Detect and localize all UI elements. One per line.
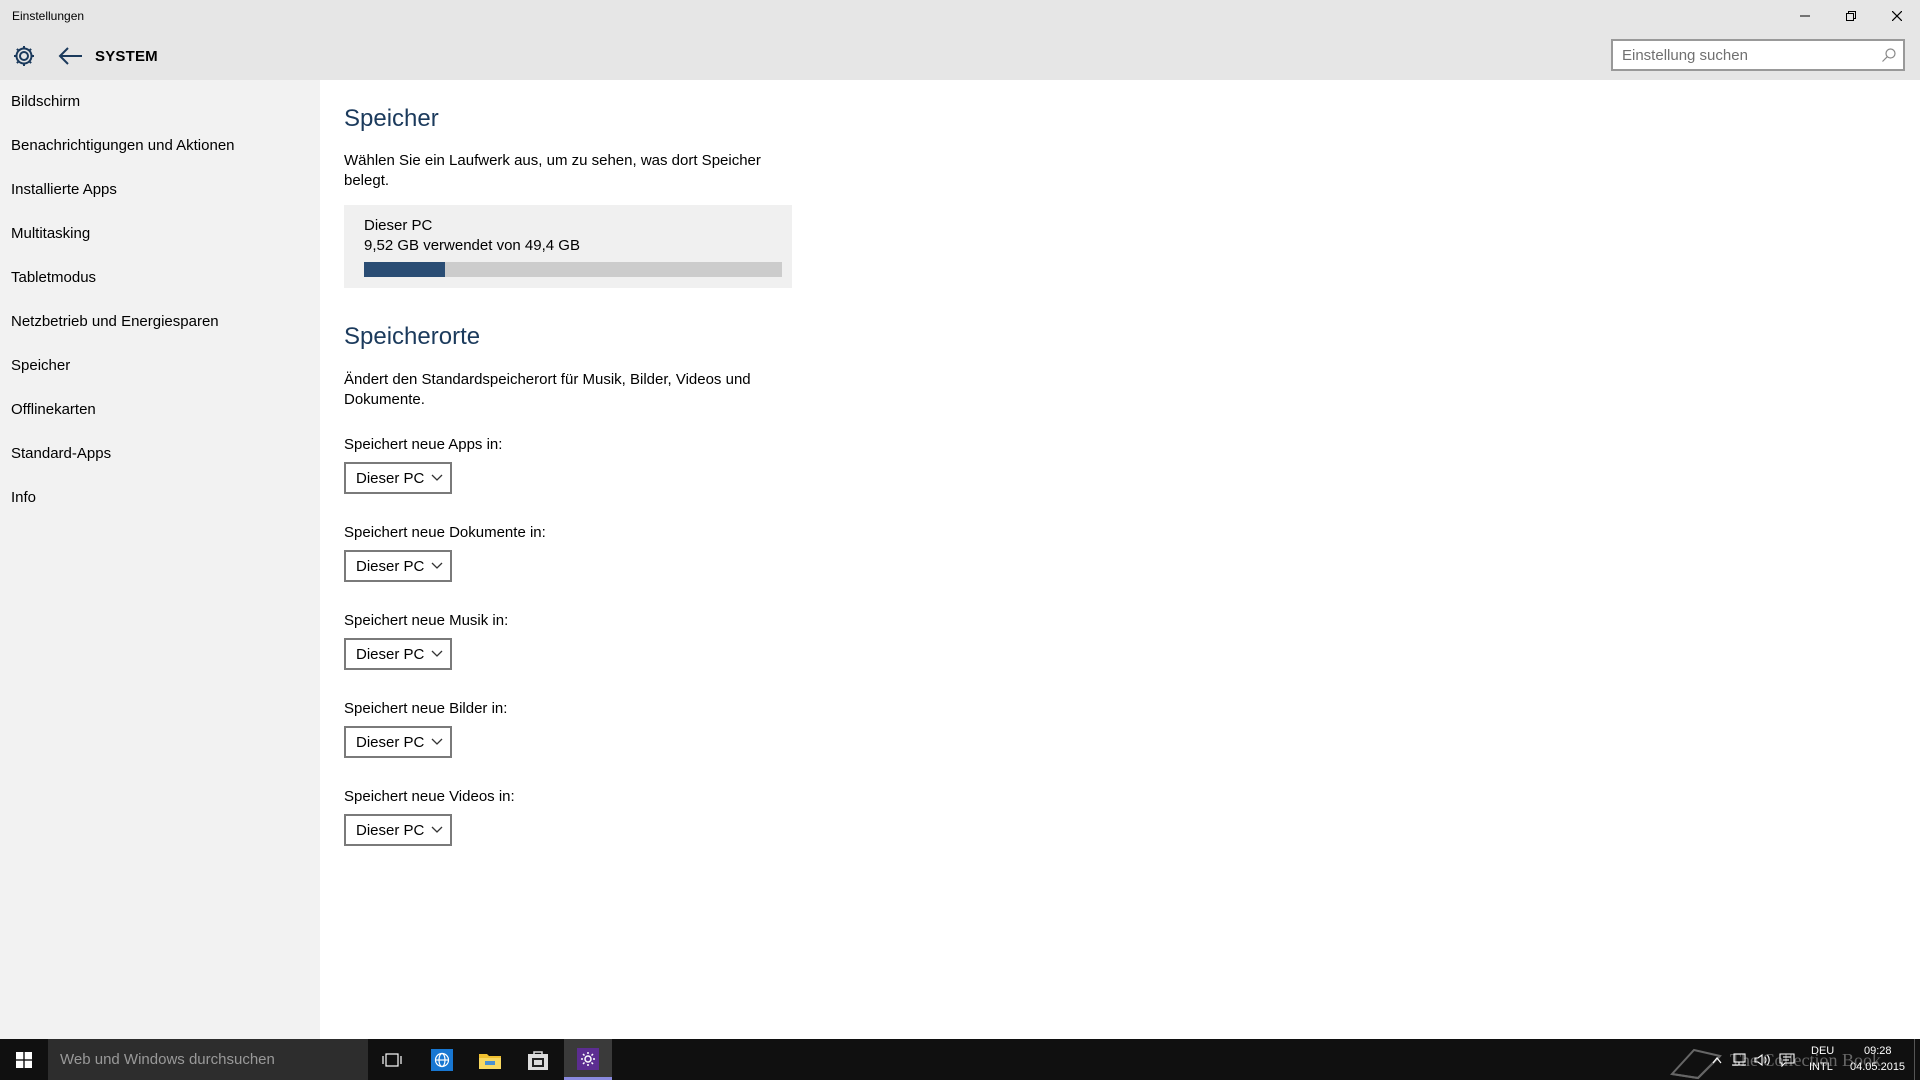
chevron-down-icon	[431, 650, 443, 657]
language-top: DEU	[1811, 1045, 1835, 1057]
settings-header: SYSTEM	[0, 32, 1920, 80]
pictures-location-label: Speichert neue Bilder in:	[344, 700, 508, 717]
close-icon	[1892, 11, 1902, 21]
volume-tray-button[interactable]	[1752, 1039, 1774, 1080]
drive-usage-fill	[364, 262, 445, 277]
volume-icon	[1754, 1053, 1770, 1067]
clock-time: 09:28	[1864, 1045, 1892, 1057]
network-tray-button[interactable]	[1728, 1039, 1750, 1080]
drive-usage-text: 9,52 GB verwendet von 49,4 GB	[364, 237, 580, 254]
documents-location-dropdown[interactable]: Dieser PC	[344, 550, 452, 582]
apps-location-label: Speichert neue Apps in:	[344, 436, 503, 453]
sidebar-item-speicher[interactable]: Speicher	[0, 344, 320, 388]
sidebar-item-benachrichtigungen[interactable]: Benachrichtigungen und Aktionen	[0, 124, 320, 168]
videos-location-label: Speichert neue Videos in:	[344, 788, 515, 805]
task-view-button[interactable]	[368, 1039, 416, 1080]
settings-icon	[577, 1048, 599, 1070]
clock-button[interactable]: 09:28 04.05.2015	[1844, 1039, 1912, 1080]
taskbar-browser[interactable]	[418, 1039, 466, 1080]
show-hidden-icons-button[interactable]	[1708, 1039, 1726, 1080]
chevron-down-icon	[431, 738, 443, 745]
sidebar-item-tabletmodus[interactable]: Tabletmodus	[0, 256, 320, 300]
file-explorer-icon	[479, 1054, 501, 1069]
arrow-left-icon	[58, 47, 82, 65]
restore-button[interactable]	[1828, 0, 1874, 32]
minimize-button[interactable]	[1782, 0, 1828, 32]
language-indicator[interactable]: DEU INTL	[1800, 1039, 1840, 1080]
close-button[interactable]	[1874, 0, 1920, 32]
sidebar-item-standard-apps[interactable]: Standard-Apps	[0, 432, 320, 476]
taskbar-settings-active[interactable]	[564, 1039, 612, 1080]
taskbar-search-box[interactable]: Web und Windows durchsuchen	[48, 1039, 368, 1080]
taskbar: Web und Windows durchsuchen The Collecti…	[0, 1039, 1920, 1080]
main-content: Speicher Wählen Sie ein Laufwerk aus, um…	[320, 80, 1920, 1039]
taskbar-file-explorer[interactable]	[466, 1039, 514, 1080]
back-button[interactable]	[58, 44, 84, 68]
music-location-dropdown[interactable]: Dieser PC	[344, 638, 452, 670]
sidebar-item-offlinekarten[interactable]: Offlinekarten	[0, 388, 320, 432]
drive-usage-bar	[364, 262, 782, 277]
sidebar-item-multitasking[interactable]: Multitasking	[0, 212, 320, 256]
settings-search-box[interactable]	[1611, 39, 1905, 71]
store-icon	[528, 1051, 548, 1070]
pictures-location-dropdown[interactable]: Dieser PC	[344, 726, 452, 758]
windows-logo-icon	[16, 1052, 32, 1068]
minimize-icon	[1800, 15, 1810, 17]
locations-heading: Speicherorte	[344, 323, 481, 350]
clock-date: 04.05.2015	[1850, 1061, 1906, 1073]
page-title: SYSTEM	[95, 48, 158, 65]
storage-heading: Speicher	[344, 105, 439, 132]
storage-description: Wählen Sie ein Laufwerk aus, um zu sehen…	[344, 152, 761, 189]
start-button[interactable]	[0, 1039, 48, 1080]
chevron-down-icon	[431, 826, 443, 833]
sidebar-item-netzbetrieb[interactable]: Netzbetrieb und Energiesparen	[0, 300, 320, 344]
sidebar-nav: Bildschirm Benachrichtigungen und Aktion…	[0, 80, 320, 1039]
chevron-down-icon	[431, 474, 443, 481]
gear-icon	[14, 46, 34, 66]
restore-icon	[1846, 11, 1856, 21]
sidebar-item-bildschirm[interactable]: Bildschirm	[0, 80, 320, 124]
network-icon	[1732, 1053, 1746, 1066]
chevron-up-icon	[1712, 1057, 1722, 1064]
action-center-button[interactable]	[1776, 1039, 1798, 1080]
chevron-down-icon	[431, 562, 443, 569]
search-icon[interactable]	[1881, 47, 1897, 63]
title-bar: Einstellungen	[0, 0, 1920, 32]
browser-icon	[431, 1049, 453, 1071]
apps-location-dropdown[interactable]: Dieser PC	[344, 462, 452, 494]
documents-location-label: Speichert neue Dokumente in:	[344, 524, 546, 541]
music-location-label: Speichert neue Musik in:	[344, 612, 509, 629]
language-bottom: INTL	[1809, 1061, 1833, 1073]
task-view-icon	[382, 1053, 402, 1067]
taskbar-store[interactable]	[514, 1039, 562, 1080]
locations-description: Ändert den Standardspeicherort für Musik…	[344, 371, 751, 408]
taskbar-search-placeholder: Web und Windows durchsuchen	[60, 1051, 275, 1068]
search-input[interactable]	[1622, 45, 1872, 65]
notification-icon	[1779, 1053, 1795, 1067]
videos-location-dropdown[interactable]: Dieser PC	[344, 814, 452, 846]
drive-name: Dieser PC	[364, 217, 433, 234]
sidebar-item-info[interactable]: Info	[0, 476, 320, 520]
window-title: Einstellungen	[12, 9, 85, 23]
sidebar-item-installierte-apps[interactable]: Installierte Apps	[0, 168, 320, 212]
drive-tile[interactable]: Dieser PC 9,52 GB verwendet von 49,4 GB	[344, 205, 792, 288]
show-desktop-button[interactable]	[1914, 1039, 1920, 1080]
